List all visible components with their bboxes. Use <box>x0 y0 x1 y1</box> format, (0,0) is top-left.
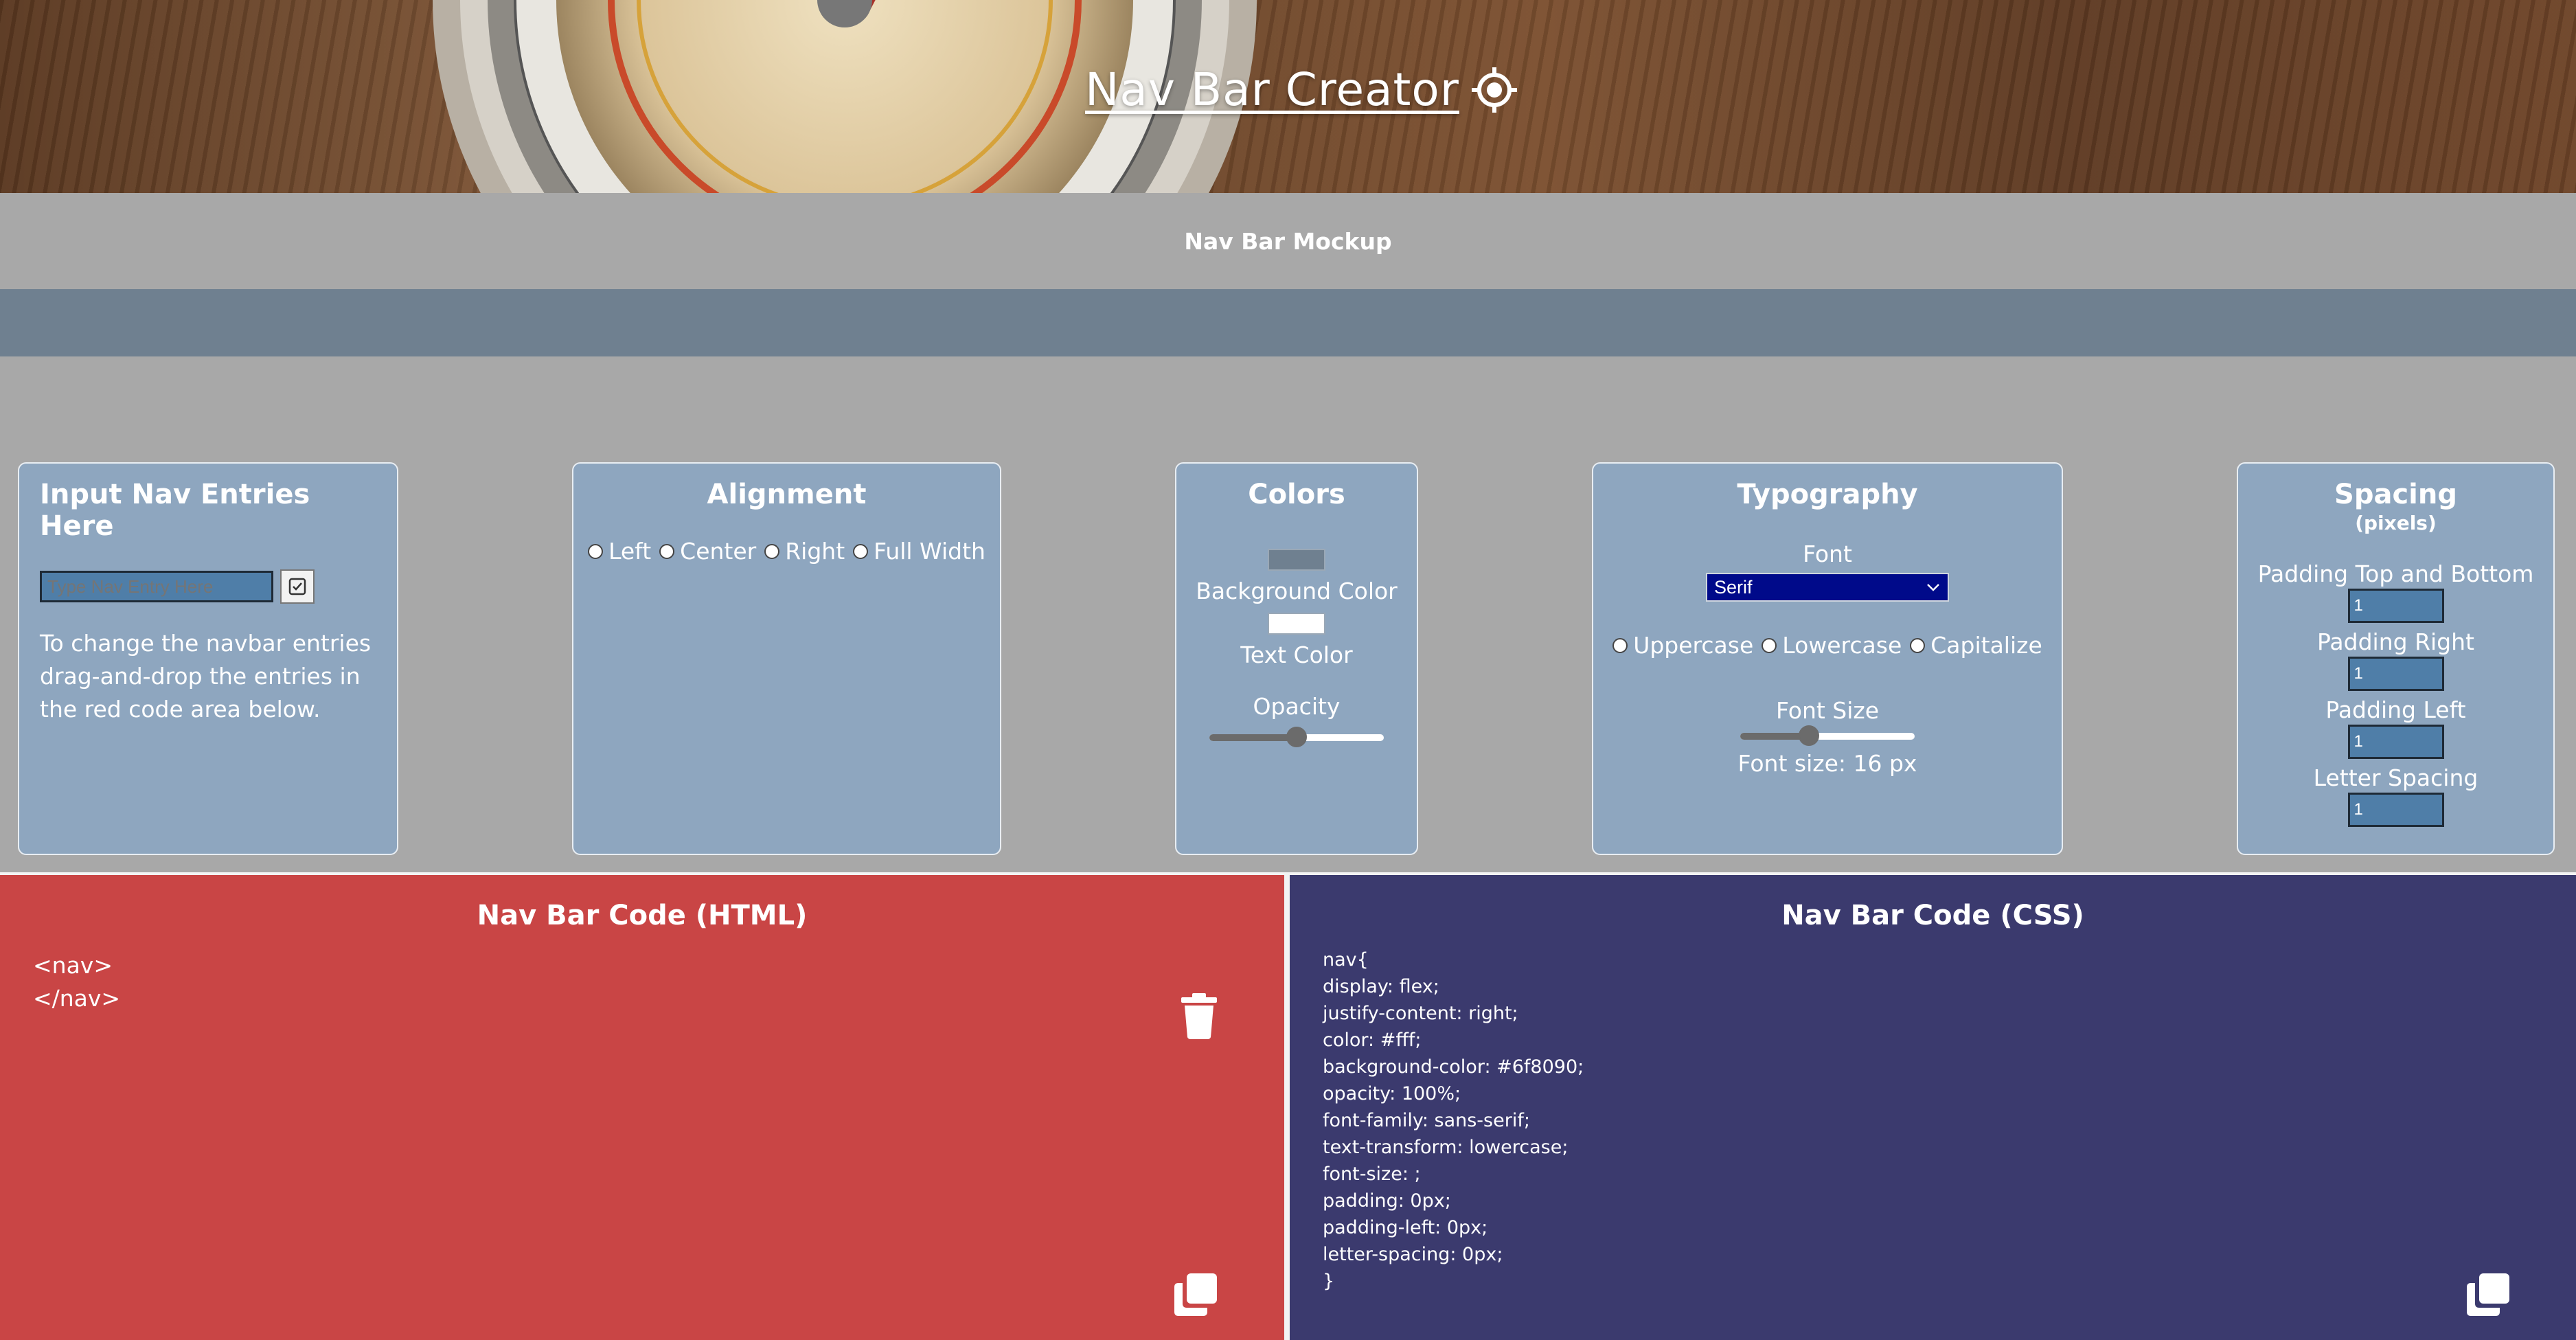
code-divider <box>1284 875 1290 1340</box>
code-line: justify-content: right; <box>1323 1003 1518 1024</box>
help-line: drag-and-drop the entries in <box>40 663 361 690</box>
radio-dot[interactable] <box>764 543 780 559</box>
padding-top-bottom-label: Padding Top and Bottom <box>2257 560 2534 587</box>
opacity-label: Opacity <box>1253 693 1341 720</box>
entries-help-text: To change the navbar entries drag-and-dr… <box>40 627 376 726</box>
code-line: color: #fff; <box>1323 1030 1422 1051</box>
font-size-readout: Font size: 16 px <box>1737 750 1917 777</box>
radio-dot[interactable] <box>853 543 869 559</box>
help-line: To change the navbar entries <box>40 630 372 657</box>
check-square-icon <box>288 578 306 595</box>
code-line: font-size: ; <box>1323 1163 1421 1185</box>
spacing-panel: Spacing (pixels) Padding Top and Bottom … <box>2237 462 2555 855</box>
mockup-section: Nav Bar Mockup <box>0 193 2576 289</box>
font-select[interactable]: Serif <box>1706 573 1949 602</box>
css-code-area: Nav Bar Code (CSS) nav{ display: flex; j… <box>1290 875 2576 1340</box>
padding-left-label: Padding Left <box>2325 696 2466 723</box>
radio-label: Full Width <box>874 538 985 565</box>
slider-fill <box>1209 734 1297 741</box>
font-label: Font <box>1803 541 1852 567</box>
colors-panel: Colors Background Color Text Color Opaci… <box>1175 462 1418 855</box>
uppercase-radio[interactable]: Uppercase <box>1612 632 1753 659</box>
panel-title: Colors <box>1248 479 1345 510</box>
code-line: background-color: #6f8090; <box>1323 1056 1584 1078</box>
opacity-slider[interactable] <box>1209 727 1384 747</box>
panel-title: Input Nav Entries Here <box>40 479 310 542</box>
page-title: Nav Bar Creator <box>1085 63 1459 116</box>
align-right-radio[interactable]: Right <box>764 538 845 565</box>
code-line: padding: 0px; <box>1323 1190 1451 1212</box>
panel-title: Alignment <box>707 479 867 510</box>
radio-dot[interactable] <box>659 543 675 559</box>
align-center-radio[interactable]: Center <box>659 538 756 565</box>
radio-label: Capitalize <box>1930 632 2042 659</box>
letter-spacing-label: Letter Spacing <box>2313 764 2478 791</box>
panel-title: Typography <box>1737 479 1918 510</box>
letter-spacing-input[interactable] <box>2347 793 2444 827</box>
align-left-radio[interactable]: Left <box>588 538 651 565</box>
radio-label: Uppercase <box>1633 632 1754 659</box>
html-code-lines[interactable]: <nav> </nav> <box>33 949 120 1015</box>
background-color-label: Background Color <box>1196 578 1398 604</box>
code-line: opacity: 100%; <box>1323 1083 1461 1104</box>
padding-top-bottom-input[interactable] <box>2347 589 2444 623</box>
padding-left-input[interactable] <box>2347 725 2444 759</box>
html-code-area[interactable]: Nav Bar Code (HTML) <nav> </nav> <box>0 875 1284 1340</box>
font-size-slider[interactable] <box>1740 725 1915 746</box>
copy-icon[interactable] <box>1173 1272 1218 1317</box>
code-line: } <box>1323 1271 1335 1292</box>
help-line: the red code area below. <box>40 696 321 723</box>
html-code-title: Nav Bar Code (HTML) <box>477 900 808 931</box>
alignment-panel: Alignment Left Center Right Full Width <box>572 462 1001 855</box>
nav-entry-input[interactable] <box>40 571 273 602</box>
capitalize-radio[interactable]: Capitalize <box>1910 632 2042 659</box>
font-selected-value: Serif <box>1714 576 1753 598</box>
radio-dot[interactable] <box>588 543 604 559</box>
code-line[interactable]: </nav> <box>33 982 120 1015</box>
header-banner: Nav Bar Creator <box>0 0 2576 193</box>
radio-dot[interactable] <box>1910 637 1926 653</box>
code-line: font-family: sans-serif; <box>1323 1110 1530 1131</box>
css-code-lines: nav{ display: flex; justify-content: rig… <box>1323 946 1584 1295</box>
radio-dot[interactable] <box>1762 637 1777 653</box>
text-color-label: Text Color <box>1240 641 1353 668</box>
chevron-down-icon <box>1927 584 1939 591</box>
add-entry-button[interactable] <box>280 569 315 604</box>
font-size-label: Font Size <box>1775 697 1880 724</box>
code-line: text-transform: lowercase; <box>1323 1137 1569 1158</box>
radio-label: Lowercase <box>1782 632 1902 659</box>
mockup-label: Nav Bar Mockup <box>1184 227 1392 255</box>
radio-dot[interactable] <box>1612 637 1628 653</box>
radio-label: Left <box>608 538 652 565</box>
spacing-unit-subtitle: (pixels) <box>2355 512 2437 534</box>
padding-right-input[interactable] <box>2347 657 2444 691</box>
typography-panel: Typography Font Serif Uppercase Lowercas… <box>1592 462 2063 855</box>
lowercase-radio[interactable]: Lowercase <box>1762 632 1902 659</box>
trash-icon[interactable] <box>1178 992 1220 1040</box>
radio-label: Center <box>680 538 757 565</box>
css-code-title: Nav Bar Code (CSS) <box>1781 900 2084 931</box>
code-line: padding-left: 0px; <box>1323 1217 1488 1238</box>
crosshair-icon <box>1471 67 1517 113</box>
code-line: display: flex; <box>1323 976 1439 997</box>
slider-thumb[interactable] <box>1799 725 1820 746</box>
background-color-picker[interactable] <box>1268 549 1325 571</box>
code-line[interactable]: <nav> <box>33 949 120 982</box>
code-line: letter-spacing: 0px; <box>1323 1244 1503 1265</box>
padding-right-label: Padding Right <box>2317 628 2474 655</box>
panel-title: Spacing <box>2334 479 2457 510</box>
text-color-picker[interactable] <box>1268 613 1325 635</box>
align-full-width-radio[interactable]: Full Width <box>853 538 985 565</box>
nav-preview-bar <box>0 289 2576 356</box>
nav-entries-panel: Input Nav Entries Here To change the nav… <box>18 462 398 855</box>
copy-icon[interactable] <box>2465 1272 2511 1317</box>
code-line: nav{ <box>1323 949 1369 970</box>
slider-thumb[interactable] <box>1286 727 1307 747</box>
radio-label: Right <box>785 538 845 565</box>
